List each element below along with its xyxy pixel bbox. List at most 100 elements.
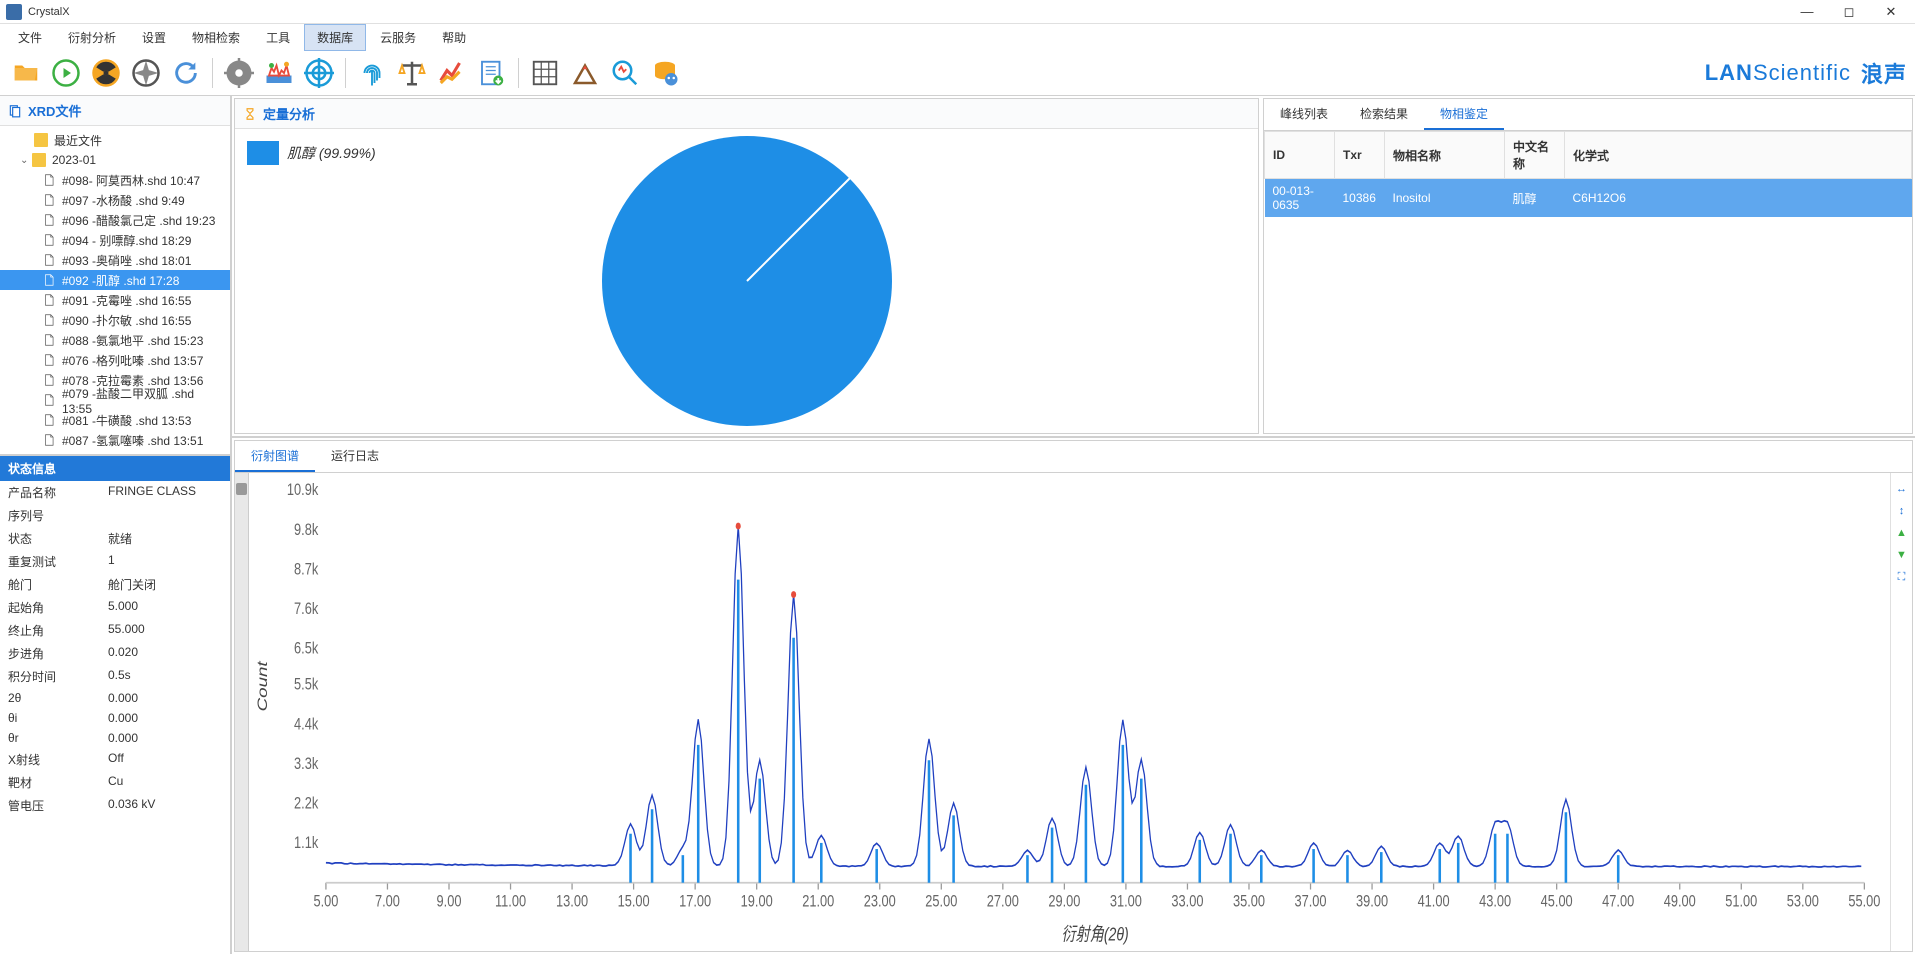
menubar: 文件衍射分析设置物相检索工具数据库云服务帮助 <box>0 24 1915 50</box>
menu-4[interactable]: 工具 <box>254 25 302 50</box>
maximize-button[interactable]: ◻ <box>1835 4 1863 20</box>
fullscreen-icon[interactable]: ⛶ <box>1894 569 1910 585</box>
expand-v-icon[interactable]: ↕ <box>1894 503 1910 519</box>
menu-5[interactable]: 数据库 <box>304 24 366 51</box>
tree-file[interactable]: #098- 阿莫西林.shd 10:47 <box>0 170 230 190</box>
menu-0[interactable]: 文件 <box>6 25 54 50</box>
tree-file[interactable]: #097 -水杨酸 .shd 9:49 <box>0 190 230 210</box>
legend-swatch <box>247 141 279 165</box>
tree-recent[interactable]: 最近文件 <box>0 130 230 150</box>
svg-text:45.00: 45.00 <box>1541 892 1573 911</box>
svg-text:8.7k: 8.7k <box>294 560 319 579</box>
status-row: 舱门舱门关闭 <box>0 573 230 596</box>
app-icon <box>6 4 22 20</box>
menu-1[interactable]: 衍射分析 <box>56 25 128 50</box>
phase-table: IDTxr物相名称中文名称化学式 00-013-063510386Inosito… <box>1264 131 1912 217</box>
tree-file[interactable]: #076 -格列吡嗪 .shd 13:57 <box>0 350 230 370</box>
svg-text:51.00: 51.00 <box>1725 892 1757 911</box>
spectrum-tab[interactable]: 衍射图谱 <box>235 441 315 472</box>
status-row: 步进角0.020 <box>0 642 230 665</box>
spectrum-panel: 衍射图谱运行日志 1.1k2.2k3.3k4.4k5.5k6.5k7.6k8.7… <box>234 440 1913 952</box>
tree-file[interactable]: #087 -氢氯噻嗪 .shd 13:51 <box>0 430 230 450</box>
status-row: 管电压0.036 kV <box>0 794 230 817</box>
svg-text:29.00: 29.00 <box>1048 892 1080 911</box>
quant-panel: 定量分析 肌醇 (99.99%) <box>234 98 1259 434</box>
result-tab[interactable]: 峰线列表 <box>1264 99 1344 130</box>
svg-text:11.00: 11.00 <box>495 892 526 911</box>
radiation-button[interactable] <box>88 55 124 91</box>
play-button[interactable] <box>48 55 84 91</box>
vertical-zoom-slider[interactable] <box>235 473 249 951</box>
aperture-button[interactable] <box>128 55 164 91</box>
menu-7[interactable]: 帮助 <box>430 25 478 50</box>
titlebar: CrystalX — ◻ ✕ <box>0 0 1915 24</box>
spectrum-colors-button[interactable] <box>261 55 297 91</box>
settings-gear-button[interactable] <box>221 55 257 91</box>
status-panel: 状态信息 产品名称FRINGE CLASS序列号状态就绪重复测试1舱门舱门关闭起… <box>0 456 230 954</box>
peak-flag-button[interactable] <box>567 55 603 91</box>
svg-text:43.00: 43.00 <box>1479 892 1511 911</box>
tree-file[interactable]: #091 -克霉唑 .shd 16:55 <box>0 290 230 310</box>
menu-6[interactable]: 云服务 <box>368 25 428 50</box>
open-folder-button[interactable] <box>8 55 44 91</box>
tree-folder[interactable]: ⌄2023-01 <box>0 150 230 170</box>
search-magnify-button[interactable] <box>607 55 643 91</box>
toolbar: LANScientific 浪声 <box>0 50 1915 96</box>
svg-text:27.00: 27.00 <box>987 892 1019 911</box>
tree-file[interactable]: #092 -肌醇 .shd 17:28 <box>0 270 230 290</box>
app-title: CrystalX <box>28 6 1793 18</box>
diffraction-chart[interactable]: 1.1k2.2k3.3k4.4k5.5k6.5k7.6k8.7k9.8k10.9… <box>249 473 1890 951</box>
database-cloud-button[interactable] <box>647 55 683 91</box>
fingerprint-button[interactable] <box>354 55 390 91</box>
hourglass-icon <box>243 107 257 121</box>
report-export-button[interactable] <box>474 55 510 91</box>
svg-text:31.00: 31.00 <box>1110 892 1142 911</box>
svg-text:41.00: 41.00 <box>1418 892 1450 911</box>
file-tree[interactable]: 最近文件⌄2023-01#098- 阿莫西林.shd 10:47#097 -水杨… <box>0 126 230 456</box>
svg-text:37.00: 37.00 <box>1294 892 1326 911</box>
status-header: 状态信息 <box>0 456 230 481</box>
down-arrow-icon[interactable]: ▼ <box>1894 547 1910 563</box>
status-row: 终止角55.000 <box>0 619 230 642</box>
menu-3[interactable]: 物相检索 <box>180 25 252 50</box>
svg-text:35.00: 35.00 <box>1233 892 1265 911</box>
result-tab[interactable]: 检索结果 <box>1344 99 1424 130</box>
balance-button[interactable] <box>394 55 430 91</box>
close-button[interactable]: ✕ <box>1877 4 1905 20</box>
svg-text:55.00: 55.00 <box>1848 892 1880 911</box>
tree-file[interactable]: #094 - 别嘌醇.shd 18:29 <box>0 230 230 250</box>
pie-legend: 肌醇 (99.99%) <box>247 141 376 165</box>
svg-text:Count: Count <box>254 660 270 712</box>
svg-text:9.8k: 9.8k <box>294 520 319 539</box>
chart-side-tools: ↔ ↕ ▲ ▼ ⛶ <box>1890 473 1912 951</box>
refresh-button[interactable] <box>168 55 204 91</box>
svg-text:39.00: 39.00 <box>1356 892 1388 911</box>
svg-text:5.00: 5.00 <box>313 892 338 911</box>
menu-2[interactable]: 设置 <box>130 25 178 50</box>
grid-table-button[interactable] <box>527 55 563 91</box>
phase-row[interactable]: 00-013-063510386Inositol肌醇C6H12O6 <box>1265 179 1912 218</box>
expand-h-icon[interactable]: ↔ <box>1894 481 1910 497</box>
tree-file[interactable]: #079 -盐酸二甲双胍 .shd 13:55 <box>0 390 230 410</box>
result-panel: 峰线列表检索结果物相鉴定 IDTxr物相名称中文名称化学式 00-013-063… <box>1263 98 1913 434</box>
minimize-button[interactable]: — <box>1793 4 1821 20</box>
svg-text:23.00: 23.00 <box>864 892 896 911</box>
status-row: 2θ0.000 <box>0 688 230 708</box>
tree-file[interactable]: #096 -醋酸氯己定 .shd 19:23 <box>0 210 230 230</box>
trend-chart-button[interactable] <box>434 55 470 91</box>
status-row: 重复测试1 <box>0 550 230 573</box>
svg-text:6.5k: 6.5k <box>294 639 319 658</box>
tree-file[interactable]: #090 -扑尔敏 .shd 16:55 <box>0 310 230 330</box>
svg-text:2.2k: 2.2k <box>294 794 319 813</box>
svg-text:13.00: 13.00 <box>556 892 588 911</box>
up-arrow-icon[interactable]: ▲ <box>1894 525 1910 541</box>
svg-text:21.00: 21.00 <box>802 892 834 911</box>
target-button[interactable] <box>301 55 337 91</box>
spectrum-tab[interactable]: 运行日志 <box>315 441 395 472</box>
svg-text:5.5k: 5.5k <box>294 675 319 694</box>
svg-text:1.1k: 1.1k <box>294 834 319 853</box>
tree-file[interactable]: #093 -奥硝唑 .shd 18:01 <box>0 250 230 270</box>
status-row: 积分时间0.5s <box>0 665 230 688</box>
result-tab[interactable]: 物相鉴定 <box>1424 99 1504 130</box>
tree-file[interactable]: #088 -氨氯地平 .shd 15:23 <box>0 330 230 350</box>
